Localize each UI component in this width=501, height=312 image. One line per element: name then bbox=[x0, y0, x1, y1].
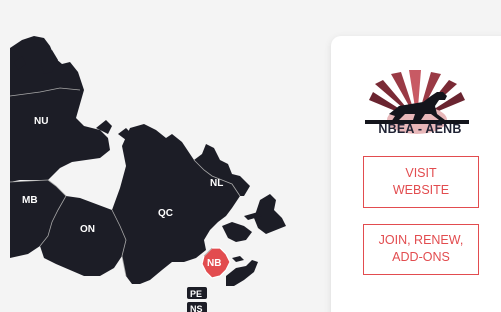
label-nb: NB bbox=[207, 258, 221, 269]
visit-button-line-2: WEBSITE bbox=[392, 183, 450, 197]
label-nu: NU bbox=[34, 116, 48, 127]
province-pe-shape bbox=[232, 256, 244, 262]
label-on: ON bbox=[80, 224, 95, 235]
logo-wordmark: NBEA - AÉNB bbox=[378, 122, 462, 136]
badge-ns[interactable]: NS bbox=[187, 302, 207, 312]
label-nl: NL bbox=[210, 178, 223, 189]
join-button-line-1: JOIN, RENEW, bbox=[378, 233, 464, 247]
region-gaspe bbox=[222, 222, 252, 242]
label-qc: QC bbox=[158, 208, 173, 219]
join-button-line-2: ADD-ONS bbox=[392, 250, 450, 264]
association-card: NBEA - AÉNB VISIT WEBSITE JOIN, RENEW, A… bbox=[331, 36, 501, 312]
join-renew-button[interactable]: JOIN, RENEW, ADD-ONS bbox=[363, 224, 479, 275]
label-ns: NS bbox=[190, 304, 203, 312]
label-mb: MB bbox=[22, 195, 38, 206]
visit-website-button[interactable]: VISIT WEBSITE bbox=[363, 156, 479, 208]
badge-pe[interactable]: PE bbox=[187, 287, 207, 299]
visit-button-line-1: VISIT bbox=[405, 166, 437, 180]
label-pe: PE bbox=[190, 289, 202, 299]
province-nu[interactable] bbox=[10, 36, 110, 182]
page: NU MB ON QC NL NB PE NS NBEA - AÉNB VISI… bbox=[0, 0, 501, 312]
province-ns-shape bbox=[226, 260, 258, 286]
